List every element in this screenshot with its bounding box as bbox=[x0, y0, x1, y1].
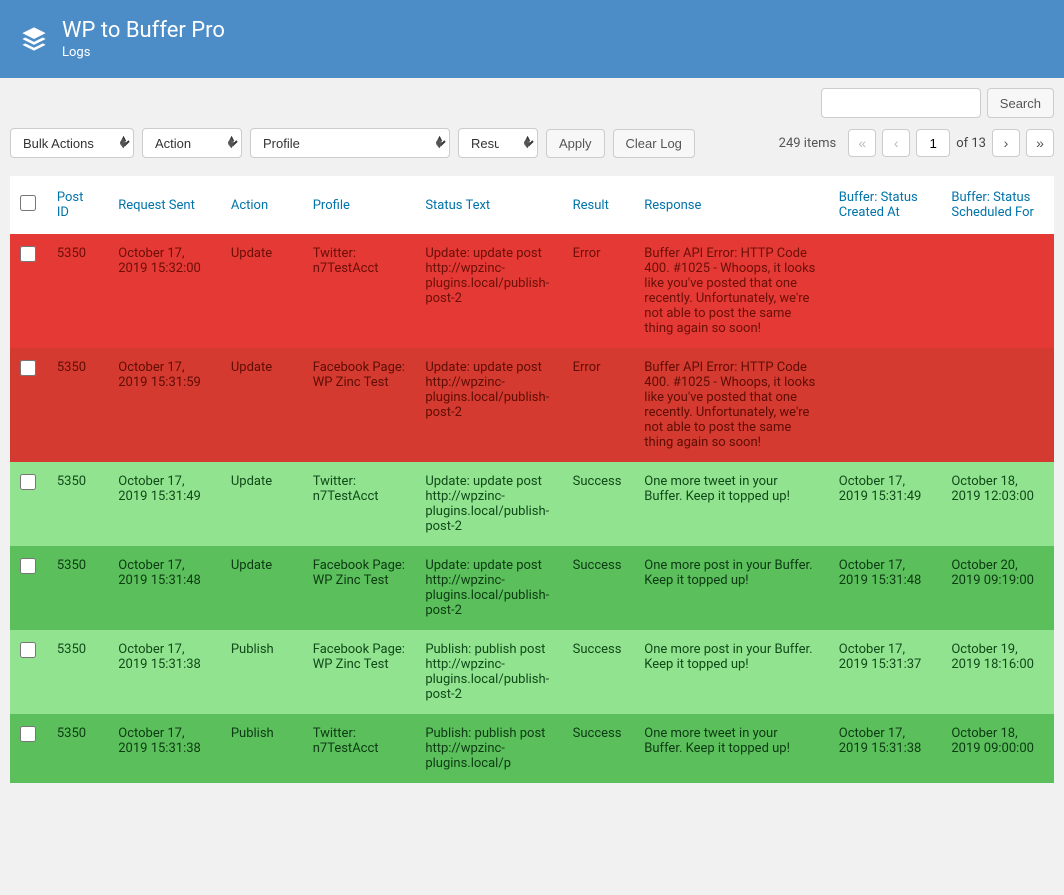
cell-request: October 17, 2019 15:31:48 bbox=[108, 546, 221, 630]
search-input[interactable] bbox=[821, 88, 981, 118]
cell-status: Update: update post http://wpzinc-plugin… bbox=[415, 234, 562, 348]
cell-response: Buffer API Error: HTTP Code 400. #1025 -… bbox=[634, 348, 828, 462]
cell-scheduled: October 18, 2019 12:03:00 bbox=[941, 462, 1054, 546]
page-of-label: of 13 bbox=[956, 136, 986, 151]
cell-created: October 17, 2019 15:31:38 bbox=[829, 714, 942, 783]
cell-response: One more tweet in your Buffer. Keep it t… bbox=[634, 462, 828, 546]
cell-status: Update: update post http://wpzinc-plugin… bbox=[415, 546, 562, 630]
col-request[interactable]: Request Sent bbox=[118, 198, 195, 213]
items-count: 249 items bbox=[779, 136, 837, 151]
page-header: WP to Buffer Pro Logs bbox=[0, 0, 1064, 78]
cell-postid: 5350 bbox=[47, 462, 108, 546]
cell-status: Update: update post http://wpzinc-plugin… bbox=[415, 462, 562, 546]
cell-profile: Facebook Page: WP Zinc Test bbox=[303, 348, 416, 462]
cell-response: One more post in your Buffer. Keep it to… bbox=[634, 630, 828, 714]
logs-table: Post ID Request Sent Action Profile Stat… bbox=[10, 176, 1054, 783]
cell-profile: Twitter: n7TestAcct bbox=[303, 234, 416, 348]
cell-profile: Facebook Page: WP Zinc Test bbox=[303, 546, 416, 630]
row-checkbox[interactable] bbox=[20, 726, 36, 742]
apply-button[interactable]: Apply bbox=[546, 129, 605, 158]
select-all-checkbox[interactable] bbox=[20, 195, 36, 211]
cell-request: October 17, 2019 15:31:49 bbox=[108, 462, 221, 546]
prev-page-button[interactable]: ‹ bbox=[882, 129, 910, 157]
search-button[interactable]: Search bbox=[987, 88, 1054, 118]
row-checkbox[interactable] bbox=[20, 474, 36, 490]
cell-scheduled: October 18, 2019 09:00:00 bbox=[941, 714, 1054, 783]
cell-status: Publish: publish post http://wpzinc-plug… bbox=[415, 630, 562, 714]
cell-request: October 17, 2019 15:31:59 bbox=[108, 348, 221, 462]
table-row: 5350 October 17, 2019 15:31:38 Publish T… bbox=[10, 714, 1054, 783]
cell-result: Success bbox=[563, 630, 635, 714]
cell-profile: Facebook Page: WP Zinc Test bbox=[303, 630, 416, 714]
cell-postid: 5350 bbox=[47, 546, 108, 630]
col-result[interactable]: Result bbox=[573, 198, 609, 213]
page-input[interactable] bbox=[916, 129, 950, 157]
cell-created bbox=[829, 234, 942, 348]
clear-log-button[interactable]: Clear Log bbox=[613, 129, 695, 158]
cell-response: Buffer API Error: HTTP Code 400. #1025 -… bbox=[634, 234, 828, 348]
col-scheduled[interactable]: Buffer: Status Scheduled For bbox=[951, 190, 1034, 220]
col-action[interactable]: Action bbox=[231, 198, 268, 213]
cell-action: Update bbox=[221, 348, 303, 462]
cell-action: Update bbox=[221, 234, 303, 348]
cell-created: October 17, 2019 15:31:37 bbox=[829, 630, 942, 714]
cell-request: October 17, 2019 15:32:00 bbox=[108, 234, 221, 348]
cell-created bbox=[829, 348, 942, 462]
cell-scheduled: October 19, 2019 18:16:00 bbox=[941, 630, 1054, 714]
row-checkbox[interactable] bbox=[20, 558, 36, 574]
cell-request: October 17, 2019 15:31:38 bbox=[108, 630, 221, 714]
cell-scheduled: October 20, 2019 09:19:00 bbox=[941, 546, 1054, 630]
table-row: 5350 October 17, 2019 15:31:38 Publish F… bbox=[10, 630, 1054, 714]
result-filter-select[interactable]: Result bbox=[458, 128, 538, 158]
table-row: 5350 October 17, 2019 15:31:59 Update Fa… bbox=[10, 348, 1054, 462]
last-page-button[interactable]: » bbox=[1026, 129, 1054, 157]
first-page-button[interactable]: « bbox=[848, 129, 876, 157]
col-postid[interactable]: Post ID bbox=[57, 190, 84, 220]
bulk-actions-select[interactable]: Bulk Actions bbox=[10, 128, 134, 158]
cell-action: Update bbox=[221, 546, 303, 630]
col-created[interactable]: Buffer: Status Created At bbox=[839, 190, 918, 220]
page-subtitle: Logs bbox=[62, 45, 225, 60]
profile-filter-select[interactable]: Profile bbox=[250, 128, 450, 158]
cell-result: Success bbox=[563, 462, 635, 546]
cell-status: Publish: publish post http://wpzinc-plug… bbox=[415, 714, 562, 783]
cell-postid: 5350 bbox=[47, 714, 108, 783]
cell-action: Update bbox=[221, 462, 303, 546]
cell-result: Success bbox=[563, 714, 635, 783]
cell-result: Success bbox=[563, 546, 635, 630]
row-checkbox[interactable] bbox=[20, 642, 36, 658]
cell-response: One more tweet in your Buffer. Keep it t… bbox=[634, 714, 828, 783]
cell-postid: 5350 bbox=[47, 234, 108, 348]
cell-response: One more post in your Buffer. Keep it to… bbox=[634, 546, 828, 630]
cell-postid: 5350 bbox=[47, 348, 108, 462]
cell-profile: Twitter: n7TestAcct bbox=[303, 462, 416, 546]
cell-scheduled bbox=[941, 348, 1054, 462]
cell-result: Error bbox=[563, 234, 635, 348]
layers-icon bbox=[20, 25, 48, 53]
row-checkbox[interactable] bbox=[20, 246, 36, 262]
cell-profile: Twitter: n7TestAcct bbox=[303, 714, 416, 783]
table-row: 5350 October 17, 2019 15:31:49 Update Tw… bbox=[10, 462, 1054, 546]
cell-created: October 17, 2019 15:31:49 bbox=[829, 462, 942, 546]
col-response[interactable]: Response bbox=[644, 198, 701, 213]
col-status[interactable]: Status Text bbox=[425, 198, 490, 213]
cell-action: Publish bbox=[221, 714, 303, 783]
cell-postid: 5350 bbox=[47, 630, 108, 714]
col-profile[interactable]: Profile bbox=[313, 198, 350, 213]
cell-action: Publish bbox=[221, 630, 303, 714]
row-checkbox[interactable] bbox=[20, 360, 36, 376]
next-page-button[interactable]: › bbox=[992, 129, 1020, 157]
table-row: 5350 October 17, 2019 15:32:00 Update Tw… bbox=[10, 234, 1054, 348]
cell-created: October 17, 2019 15:31:48 bbox=[829, 546, 942, 630]
cell-request: October 17, 2019 15:31:38 bbox=[108, 714, 221, 783]
cell-scheduled bbox=[941, 234, 1054, 348]
table-row: 5350 October 17, 2019 15:31:48 Update Fa… bbox=[10, 546, 1054, 630]
action-filter-select[interactable]: Action bbox=[142, 128, 242, 158]
cell-status: Update: update post http://wpzinc-plugin… bbox=[415, 348, 562, 462]
page-title: WP to Buffer Pro bbox=[62, 18, 225, 43]
cell-result: Error bbox=[563, 348, 635, 462]
